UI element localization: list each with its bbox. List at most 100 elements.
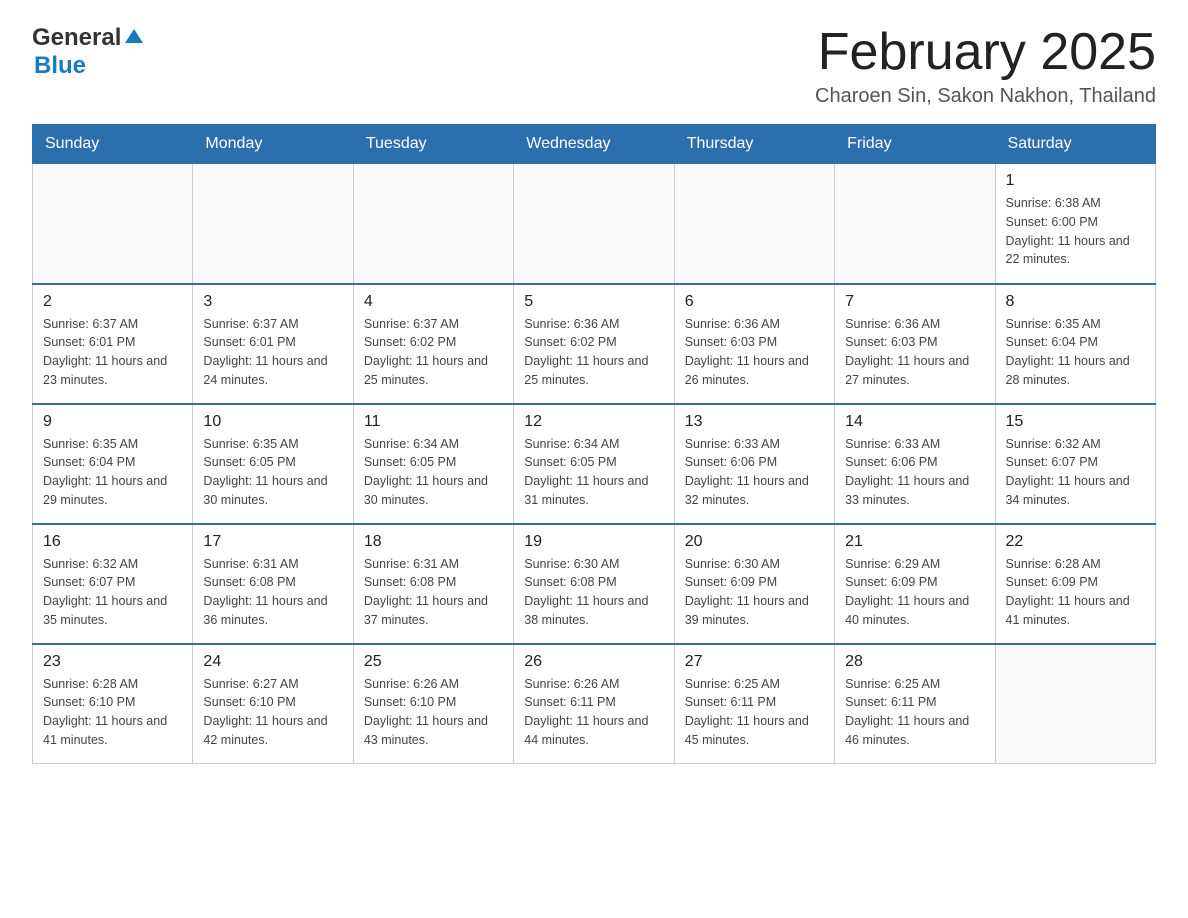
day-info: Sunrise: 6:35 AM Sunset: 6:04 PM Dayligh… <box>43 435 182 510</box>
calendar-day-cell: 2Sunrise: 6:37 AM Sunset: 6:01 PM Daylig… <box>33 284 193 404</box>
day-info: Sunrise: 6:31 AM Sunset: 6:08 PM Dayligh… <box>203 555 342 630</box>
logo-triangle-icon <box>123 25 145 47</box>
calendar-day-cell: 1 Sunrise: 6:38 AM Sunset: 6:00 PM Daylig… <box>995 164 1155 284</box>
day-number: 25 <box>364 653 503 671</box>
calendar-week-row: 23Sunrise: 6:28 AM Sunset: 6:10 PM Dayli… <box>33 644 1156 764</box>
day-info: Sunrise: 6:31 AM Sunset: 6:08 PM Dayligh… <box>364 555 503 630</box>
day-info: Sunrise: 6:33 AM Sunset: 6:06 PM Dayligh… <box>685 435 824 510</box>
day-number: 10 <box>203 413 342 431</box>
calendar-title: February 2025 <box>815 24 1156 81</box>
day-number: 7 <box>845 293 984 311</box>
calendar-day-cell: 6 Sunrise: 6:36 AM Sunset: 6:03 PM Daylig… <box>674 284 834 404</box>
day-number: 24 <box>203 653 342 671</box>
day-number: 13 <box>685 413 824 431</box>
day-number: 21 <box>845 533 984 551</box>
calendar-day-cell: 14Sunrise: 6:33 AM Sunset: 6:06 PM Dayli… <box>835 404 995 524</box>
calendar-day-cell: 16 Sunrise: 6:32 AM Sunset: 6:07 PM Dayli… <box>33 524 193 644</box>
calendar-subtitle: Charoen Sin, Sakon Nakhon, Thailand <box>815 85 1156 108</box>
day-info: Sunrise: 6:29 AM Sunset: 6:09 PM Dayligh… <box>845 555 984 630</box>
calendar-day-cell <box>514 164 674 284</box>
day-info: Sunrise: 6:36 AM Sunset: 6:03 PM Dayligh… <box>685 315 824 390</box>
day-info: Sunrise: 6:36 AM Sunset: 6:02 PM Dayligh… <box>524 315 663 390</box>
day-info: Sunrise: 6:32 AM Sunset: 6:07 PM Dayligh… <box>1006 435 1145 510</box>
day-number: 4 <box>364 293 503 311</box>
calendar-day-cell: 17 Sunrise: 6:31 AM Sunset: 6:08 PM Dayli… <box>193 524 353 644</box>
day-info: Sunrise: 6:28 AM Sunset: 6:10 PM Dayligh… <box>43 675 182 750</box>
calendar-day-cell: 3 Sunrise: 6:37 AM Sunset: 6:01 PM Daylig… <box>193 284 353 404</box>
day-number: 16 <box>43 533 182 551</box>
day-number: 27 <box>685 653 824 671</box>
calendar-week-row: 16 Sunrise: 6:32 AM Sunset: 6:07 PM Dayli… <box>33 524 1156 644</box>
calendar-day-cell: 12 Sunrise: 6:34 AM Sunset: 6:05 PM Dayli… <box>514 404 674 524</box>
day-number: 12 <box>524 413 663 431</box>
day-info: Sunrise: 6:32 AM Sunset: 6:07 PM Dayligh… <box>43 555 182 630</box>
calendar-day-cell: 8Sunrise: 6:35 AM Sunset: 6:04 PM Daylig… <box>995 284 1155 404</box>
day-info: Sunrise: 6:38 AM Sunset: 6:00 PM Dayligh… <box>1006 194 1145 269</box>
calendar-day-cell <box>193 164 353 284</box>
day-number: 1 <box>1006 172 1145 190</box>
calendar-day-header: Wednesday <box>514 125 674 164</box>
calendar-day-header: Tuesday <box>353 125 513 164</box>
calendar-day-cell: 24Sunrise: 6:27 AM Sunset: 6:10 PM Dayli… <box>193 644 353 764</box>
calendar-day-header: Saturday <box>995 125 1155 164</box>
calendar-day-cell <box>995 644 1155 764</box>
day-number: 11 <box>364 413 503 431</box>
day-number: 14 <box>845 413 984 431</box>
calendar-day-cell: 4 Sunrise: 6:37 AM Sunset: 6:02 PM Daylig… <box>353 284 513 404</box>
day-info: Sunrise: 6:34 AM Sunset: 6:05 PM Dayligh… <box>524 435 663 510</box>
calendar-day-cell <box>674 164 834 284</box>
calendar-day-cell: 10 Sunrise: 6:35 AM Sunset: 6:05 PM Dayli… <box>193 404 353 524</box>
calendar-table: SundayMondayTuesdayWednesdayThursdayFrid… <box>32 124 1156 764</box>
calendar-day-cell: 18 Sunrise: 6:31 AM Sunset: 6:08 PM Dayli… <box>353 524 513 644</box>
day-info: Sunrise: 6:37 AM Sunset: 6:02 PM Dayligh… <box>364 315 503 390</box>
calendar-week-row: 2 Sunrise: 6:37 AM Sunset: 6:01 PM Daylig… <box>33 284 1156 404</box>
title-block: February 2025 Charoen Sin, Sakon Nakhon,… <box>815 24 1156 108</box>
calendar-day-cell: 23Sunrise: 6:28 AM Sunset: 6:10 PM Dayli… <box>33 644 193 764</box>
calendar-day-cell: 20 Sunrise: 6:30 AM Sunset: 6:09 PM Dayli… <box>674 524 834 644</box>
day-number: 9 <box>43 413 182 431</box>
calendar-day-cell: 13 Sunrise: 6:33 AM Sunset: 6:06 PM Dayli… <box>674 404 834 524</box>
calendar-day-cell: 15 Sunrise: 6:32 AM Sunset: 6:07 PM Dayli… <box>995 404 1155 524</box>
day-info: Sunrise: 6:30 AM Sunset: 6:08 PM Dayligh… <box>524 555 663 630</box>
day-number: 2 <box>43 293 182 311</box>
calendar-day-cell: 26Sunrise: 6:26 AM Sunset: 6:11 PM Dayli… <box>514 644 674 764</box>
calendar-day-header: Thursday <box>674 125 834 164</box>
day-number: 6 <box>685 293 824 311</box>
day-number: 18 <box>364 533 503 551</box>
calendar-day-cell: 22Sunrise: 6:28 AM Sunset: 6:09 PM Dayli… <box>995 524 1155 644</box>
day-info: Sunrise: 6:26 AM Sunset: 6:11 PM Dayligh… <box>524 675 663 750</box>
day-info: Sunrise: 6:37 AM Sunset: 6:01 PM Dayligh… <box>203 315 342 390</box>
day-number: 5 <box>524 293 663 311</box>
calendar-week-row: 9 Sunrise: 6:35 AM Sunset: 6:04 PM Daylig… <box>33 404 1156 524</box>
calendar-day-cell: 21 Sunrise: 6:29 AM Sunset: 6:09 PM Dayli… <box>835 524 995 644</box>
day-number: 3 <box>203 293 342 311</box>
calendar-day-cell: 28 Sunrise: 6:25 AM Sunset: 6:11 PM Dayli… <box>835 644 995 764</box>
day-info: Sunrise: 6:35 AM Sunset: 6:04 PM Dayligh… <box>1006 315 1145 390</box>
day-info: Sunrise: 6:36 AM Sunset: 6:03 PM Dayligh… <box>845 315 984 390</box>
calendar-day-cell: 9 Sunrise: 6:35 AM Sunset: 6:04 PM Daylig… <box>33 404 193 524</box>
day-number: 19 <box>524 533 663 551</box>
page-header: General Blue February 2025 Charoen Sin, … <box>32 24 1156 108</box>
day-info: Sunrise: 6:25 AM Sunset: 6:11 PM Dayligh… <box>845 675 984 750</box>
day-number: 17 <box>203 533 342 551</box>
day-number: 20 <box>685 533 824 551</box>
calendar-day-cell <box>33 164 193 284</box>
calendar-week-row: 1 Sunrise: 6:38 AM Sunset: 6:00 PM Daylig… <box>33 164 1156 284</box>
day-number: 15 <box>1006 413 1145 431</box>
calendar-day-cell: 27Sunrise: 6:25 AM Sunset: 6:11 PM Dayli… <box>674 644 834 764</box>
calendar-day-cell <box>835 164 995 284</box>
calendar-day-cell: 11 Sunrise: 6:34 AM Sunset: 6:05 PM Dayli… <box>353 404 513 524</box>
day-number: 28 <box>845 653 984 671</box>
day-number: 22 <box>1006 533 1145 551</box>
day-info: Sunrise: 6:26 AM Sunset: 6:10 PM Dayligh… <box>364 675 503 750</box>
day-info: Sunrise: 6:35 AM Sunset: 6:05 PM Dayligh… <box>203 435 342 510</box>
logo-blue-text: Blue <box>34 52 86 79</box>
calendar-day-header: Friday <box>835 125 995 164</box>
logo: General Blue <box>32 24 145 80</box>
calendar-day-cell: 25 Sunrise: 6:26 AM Sunset: 6:10 PM Dayli… <box>353 644 513 764</box>
logo-general-text: General <box>32 24 121 52</box>
calendar-day-cell: 5 Sunrise: 6:36 AM Sunset: 6:02 PM Daylig… <box>514 284 674 404</box>
day-info: Sunrise: 6:30 AM Sunset: 6:09 PM Dayligh… <box>685 555 824 630</box>
calendar-header-row: SundayMondayTuesdayWednesdayThursdayFrid… <box>33 125 1156 164</box>
day-info: Sunrise: 6:34 AM Sunset: 6:05 PM Dayligh… <box>364 435 503 510</box>
